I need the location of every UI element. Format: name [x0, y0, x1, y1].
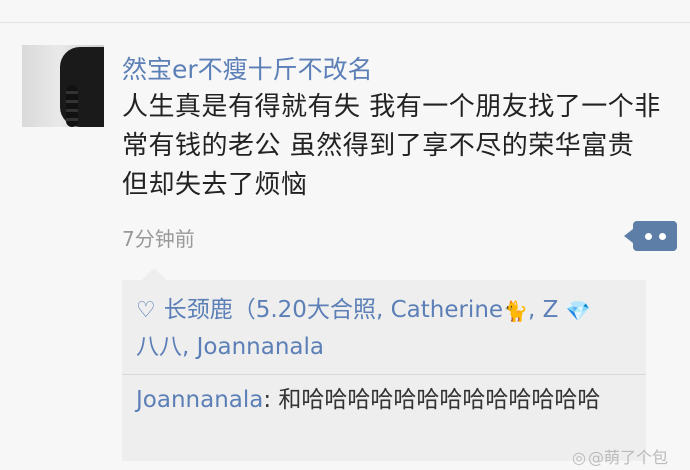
avatar[interactable]	[22, 45, 104, 127]
comment-box: ♡ 长颈鹿（5.20大合照, Catherine🐈, Z 💎 八八, Joannan…	[122, 268, 646, 461]
comment-author[interactable]: Joannanala	[136, 387, 263, 413]
comment-item[interactable]: Joannanala: 和哈哈哈哈哈哈哈哈哈哈哈哈哈	[136, 383, 636, 417]
more-dot-icon	[644, 232, 652, 240]
username[interactable]: 然宝er不瘦十斤不改名	[122, 50, 373, 86]
more-options-button[interactable]	[624, 221, 677, 251]
gem-emoji-icon: 💎	[565, 298, 591, 323]
avatar-braid	[66, 85, 78, 127]
cat-emoji-icon: 🐈	[503, 298, 528, 323]
likes-text-1[interactable]: 长颈鹿（5.20大合照, Catherine	[164, 297, 503, 323]
comment-divider	[122, 374, 646, 375]
post-text: 人生真是有得就有失 我有一个朋友找了一个非常有钱的老公 虽然得到了享不尽的荣华富…	[122, 92, 661, 200]
comment-text: : 和哈哈哈哈哈哈哈哈哈哈哈哈哈	[263, 387, 601, 413]
top-divider	[0, 22, 690, 23]
watermark: ◎ @萌了个包	[572, 444, 668, 468]
more-dot-icon	[658, 232, 666, 240]
timestamp: 7分钟前	[122, 227, 195, 251]
heart-icon[interactable]: ♡	[136, 293, 156, 329]
likes-text-2[interactable]: , Z	[528, 297, 558, 323]
weibo-icon: ◎	[572, 448, 586, 467]
likes-text-3[interactable]: 八八, Joannanala	[136, 334, 324, 360]
watermark-text: @萌了个包	[587, 448, 668, 467]
likes-list: ♡ 长颈鹿（5.20大合照, Catherine🐈, Z 💎 八八, Joannan…	[136, 292, 636, 365]
